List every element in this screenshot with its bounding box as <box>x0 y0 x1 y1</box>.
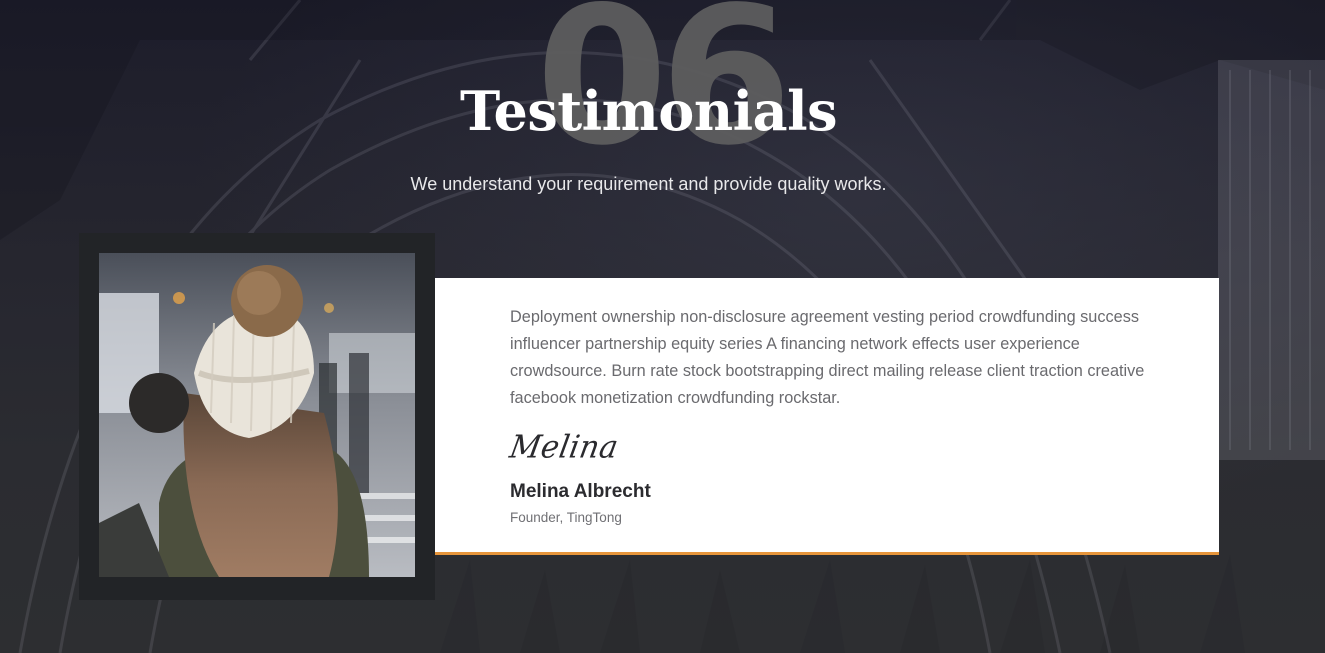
testimonials-section: 06 Testimonials We understand your requi… <box>0 0 1325 653</box>
testimonial-photo-frame <box>79 233 435 600</box>
testimonial-photo <box>99 253 415 577</box>
testimonial-author-name: Melina Albrecht <box>510 481 651 502</box>
testimonial-card: Deployment ownership non-disclosure agre… <box>435 278 1219 555</box>
section-title: Testimonials <box>459 79 838 143</box>
testimonial-signature: Melina <box>506 429 622 466</box>
section-subtitle: We understand your requirement and provi… <box>410 174 887 194</box>
testimonial-author-role: Founder, TingTong <box>510 510 622 525</box>
testimonial-quote: Deployment ownership non-disclosure agre… <box>510 308 1145 407</box>
person-photo-icon <box>99 253 415 577</box>
